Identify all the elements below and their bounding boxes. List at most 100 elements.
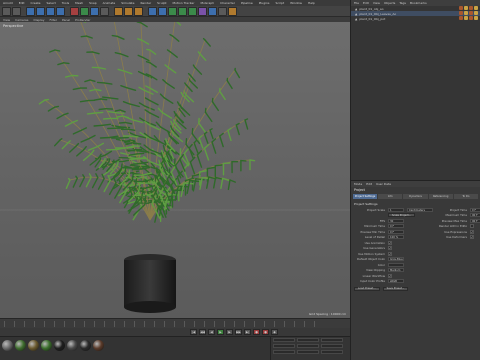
maximum-time-field[interactable]: 90 F bbox=[470, 213, 480, 218]
menu-plugins[interactable]: Plugins bbox=[259, 1, 270, 5]
viewport-menu-filter[interactable]: Filter bbox=[50, 18, 57, 22]
viewport-menu-panel[interactable]: Panel bbox=[62, 18, 70, 22]
keyframe-selection-button[interactable]: ◆ bbox=[271, 329, 278, 335]
viewport-perspective[interactable]: Perspective Grid Spacing : 10000 cm bbox=[0, 22, 350, 318]
y-axis-button[interactable] bbox=[80, 6, 89, 16]
menu-character[interactable]: Character bbox=[220, 1, 235, 5]
default-object-color-field[interactable]: Gray-Blue bbox=[388, 257, 404, 262]
menu-script[interactable]: Script bbox=[275, 1, 284, 5]
om-menu-view[interactable]: View bbox=[373, 1, 380, 5]
go-to-start-button[interactable]: |◀ bbox=[190, 329, 197, 335]
step-back-button[interactable]: ◀ bbox=[208, 329, 215, 335]
menu-arnold[interactable]: Arnold bbox=[3, 1, 13, 5]
tab-to-do[interactable]: To Do bbox=[453, 194, 479, 199]
deformer-button[interactable] bbox=[198, 6, 207, 16]
go-to-end-button[interactable]: ▶| bbox=[244, 329, 251, 335]
centimeters-dropdown[interactable]: Centimeters bbox=[407, 207, 433, 212]
material-tag-icon[interactable] bbox=[469, 11, 473, 15]
light-button[interactable] bbox=[228, 6, 237, 16]
input-color-profile-field[interactable]: sRGB bbox=[388, 279, 404, 284]
material-tag-icon[interactable] bbox=[469, 6, 473, 10]
load-preset-button[interactable]: Load Preset... bbox=[354, 286, 380, 291]
use-deformers-checkbox[interactable]: ✓ bbox=[470, 235, 474, 240]
menu-sculpt[interactable]: Sculpt bbox=[157, 1, 166, 5]
viewport-menu-cameras[interactable]: Cameras bbox=[15, 18, 28, 22]
render-picture-viewer-button[interactable] bbox=[124, 6, 133, 16]
menu-motion-tracker[interactable]: Motion Tracker bbox=[173, 1, 195, 5]
level-of-detail-field[interactable]: 100 % bbox=[388, 235, 404, 240]
material-tag-icon[interactable] bbox=[464, 16, 468, 20]
viewport-menu-display[interactable]: Display bbox=[33, 18, 44, 22]
next-key-button[interactable]: ▶▶ bbox=[235, 329, 242, 335]
material-tag-icon[interactable] bbox=[459, 16, 463, 20]
om-menu-file[interactable]: File bbox=[354, 1, 359, 5]
use-animation-checkbox[interactable]: ✓ bbox=[388, 240, 392, 245]
material-tag-icon[interactable] bbox=[469, 16, 473, 20]
menu-mesh[interactable]: Mesh bbox=[75, 1, 83, 5]
cube-button[interactable] bbox=[148, 6, 157, 16]
scale-project-button[interactable]: Scale Project... bbox=[388, 213, 416, 218]
menu-window[interactable]: Window bbox=[290, 1, 302, 5]
spline-pen-button[interactable] bbox=[158, 6, 167, 16]
linear-workflow-checkbox[interactable]: ✓ bbox=[388, 273, 392, 278]
material-tag-icon[interactable] bbox=[474, 11, 478, 15]
material-8-icon[interactable] bbox=[93, 340, 104, 351]
use-motion-system-checkbox[interactable]: ✓ bbox=[388, 251, 392, 256]
viewport-menu-view[interactable]: View bbox=[3, 18, 10, 22]
use-generators-checkbox[interactable]: ✓ bbox=[388, 246, 392, 251]
record-button[interactable]: ● bbox=[253, 329, 260, 335]
render-view-button[interactable] bbox=[114, 6, 123, 16]
redo-button[interactable] bbox=[12, 6, 21, 16]
menu-render[interactable]: Render bbox=[140, 1, 151, 5]
object-list-item[interactable]: ▲ plant_01_Obj_pot bbox=[351, 16, 480, 21]
position-x-field[interactable] bbox=[273, 338, 295, 342]
menu-mograph[interactable]: MoGraph bbox=[200, 1, 214, 5]
material-tag-icon[interactable] bbox=[459, 6, 463, 10]
om-menu-objects[interactable]: Objects bbox=[384, 1, 395, 5]
material-tag-icon[interactable] bbox=[474, 16, 478, 20]
tab-referencing[interactable]: Referencing bbox=[428, 194, 453, 199]
scale-y-field[interactable] bbox=[297, 344, 319, 348]
undo-button[interactable] bbox=[2, 6, 11, 16]
project-time-field[interactable]: 0 F bbox=[470, 207, 480, 212]
play-button[interactable]: ▶ bbox=[217, 329, 224, 335]
cloner-button[interactable] bbox=[188, 6, 197, 16]
z-axis-button[interactable] bbox=[90, 6, 99, 16]
rotation-h-field[interactable] bbox=[321, 338, 343, 342]
view-clipping-field[interactable]: Medium bbox=[388, 268, 404, 273]
timeline-ruler[interactable] bbox=[4, 321, 320, 327]
material-4-icon[interactable] bbox=[41, 340, 52, 351]
rotation-b-field[interactable] bbox=[321, 350, 343, 354]
coord-system-button[interactable] bbox=[100, 6, 109, 16]
use-expressions-checkbox[interactable]: ✓ bbox=[470, 229, 474, 234]
tab-project-settings[interactable]: Project Settings bbox=[353, 194, 378, 199]
preview-max-time-field[interactable]: 90 F bbox=[470, 218, 480, 223]
position-y-field[interactable] bbox=[273, 344, 295, 348]
material-tag-icon[interactable] bbox=[464, 11, 468, 15]
step-forward-button[interactable]: ▶ bbox=[226, 329, 233, 335]
fps-field[interactable]: 30 bbox=[388, 218, 404, 223]
menu-select[interactable]: Select bbox=[47, 1, 56, 5]
menu-pipeline[interactable]: Pipeline bbox=[241, 1, 253, 5]
menu-simulate[interactable]: Simulate bbox=[121, 1, 134, 5]
preview-min-time-field[interactable]: 0 F bbox=[388, 229, 404, 234]
material-2-icon[interactable] bbox=[15, 340, 26, 351]
floor-button[interactable] bbox=[208, 6, 217, 16]
material-6-icon[interactable] bbox=[67, 340, 78, 351]
om-menu-bookmarks[interactable]: Bookmarks bbox=[410, 1, 427, 5]
scale-button[interactable] bbox=[46, 6, 55, 16]
scale-z-field[interactable] bbox=[297, 350, 319, 354]
previous-key-button[interactable]: ◀◀ bbox=[199, 329, 206, 335]
color-field[interactable] bbox=[388, 262, 404, 267]
autokey-button[interactable]: ● bbox=[262, 329, 269, 335]
material-tag-icon[interactable] bbox=[464, 6, 468, 10]
material-7-icon[interactable] bbox=[80, 340, 91, 351]
save-preset-button[interactable]: Save Preset... bbox=[382, 286, 409, 291]
render-lod-in-editor-checkbox[interactable] bbox=[470, 224, 474, 229]
am-menu-edit[interactable]: Edit bbox=[366, 182, 372, 186]
material-3-icon[interactable] bbox=[28, 340, 39, 351]
array-button[interactable] bbox=[178, 6, 187, 16]
move-button[interactable] bbox=[36, 6, 45, 16]
material-tag-icon[interactable] bbox=[459, 11, 463, 15]
render-settings-button[interactable] bbox=[134, 6, 143, 16]
